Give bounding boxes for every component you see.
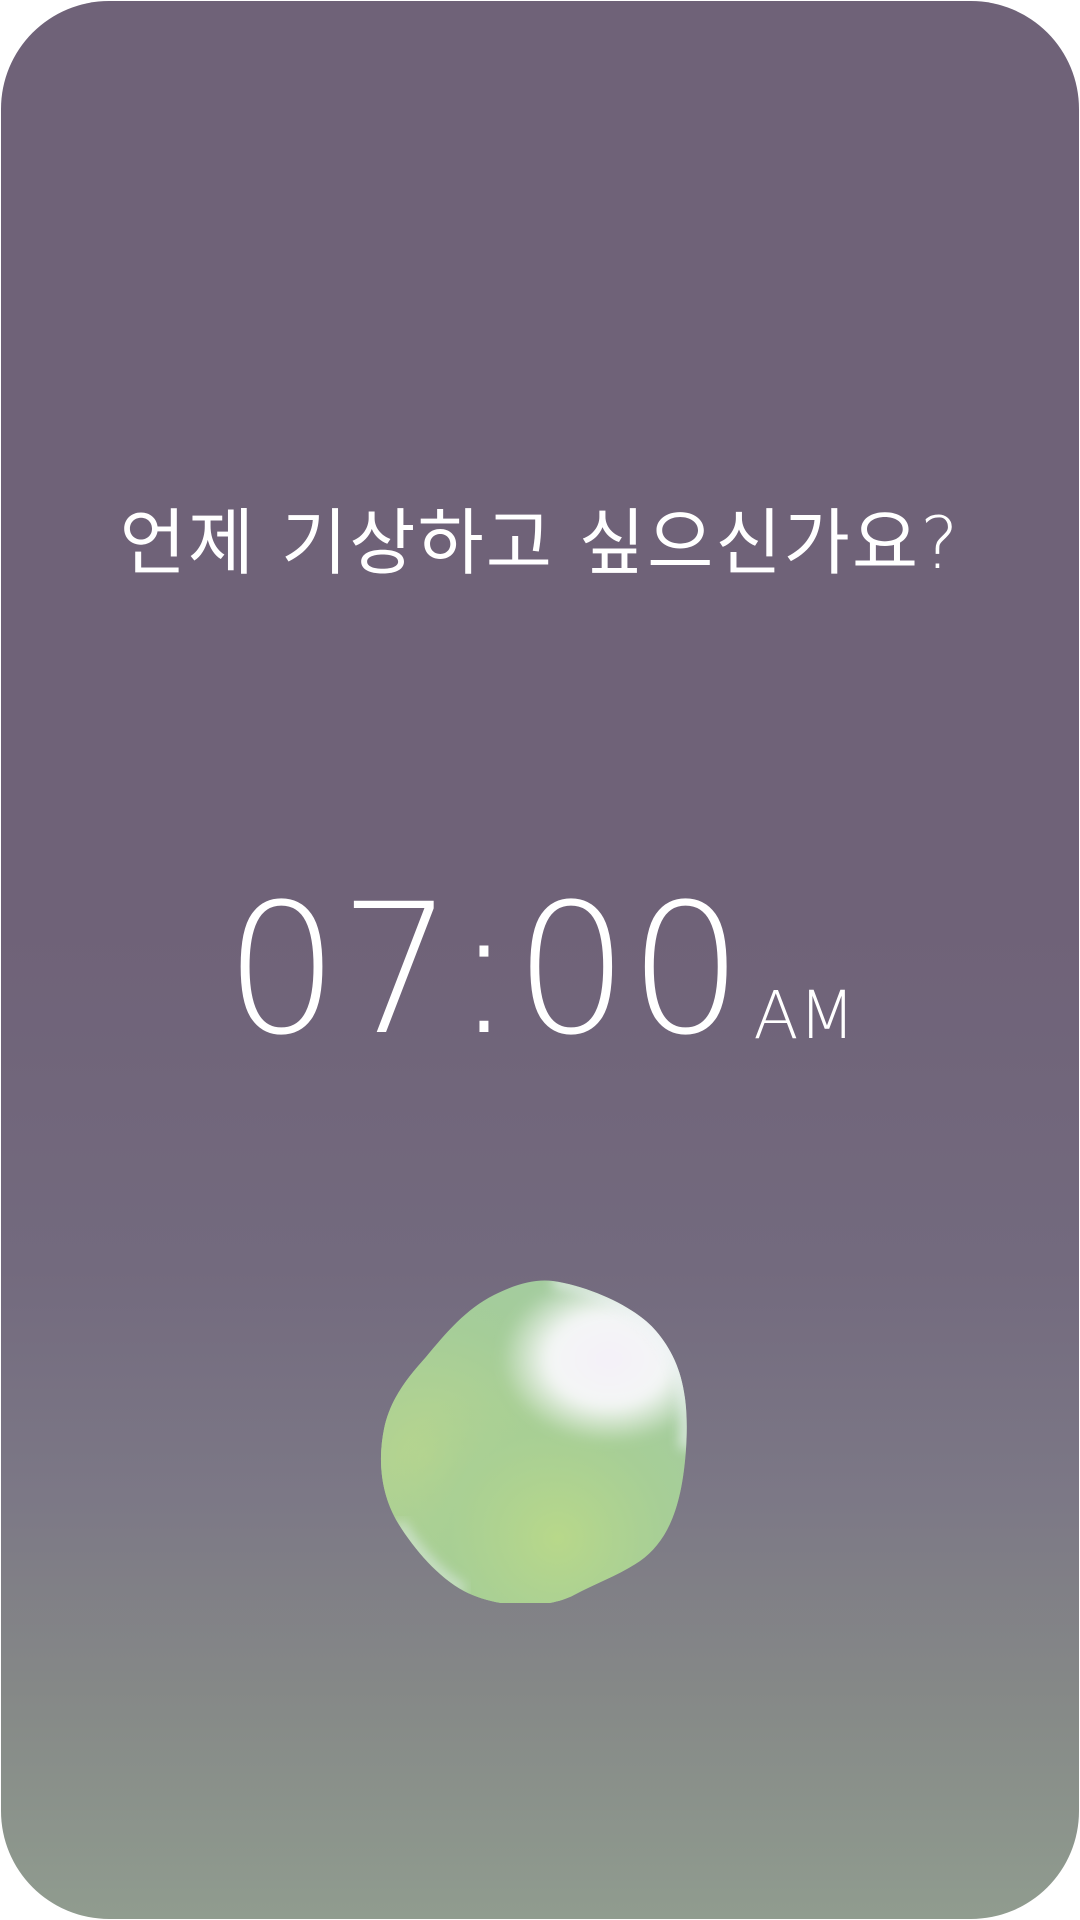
alarm-setup-screen: 언제 기상하고 싶으신가요? 07:00 AM bbox=[1, 1, 1079, 1919]
confirm-orb-button[interactable] bbox=[378, 1279, 704, 1603]
alarm-time[interactable]: 07:00 bbox=[225, 881, 744, 1061]
wake-time-question: 언제 기상하고 싶으신가요? bbox=[119, 501, 961, 585]
time-picker[interactable]: 07:00 AM bbox=[1, 861, 1079, 1061]
am-pm-indicator[interactable]: AM bbox=[753, 983, 855, 1049]
